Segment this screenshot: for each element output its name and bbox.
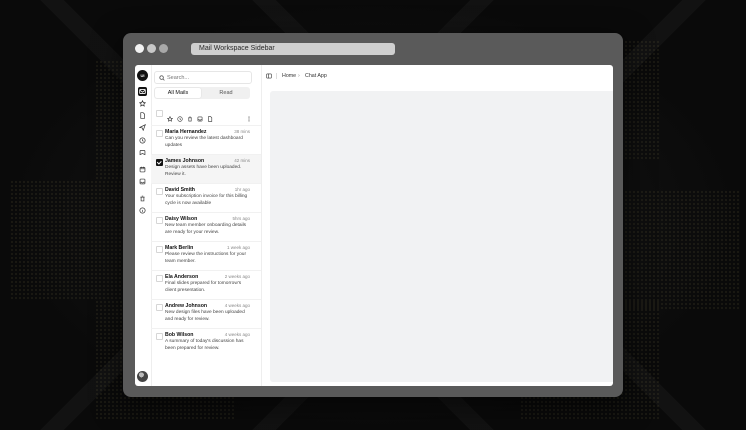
- title-bar: Mail Workspace Sidebar: [123, 33, 623, 63]
- mail-preview: Design assets have been uploaded. Review…: [165, 165, 242, 177]
- select-all-checkbox[interactable]: [156, 110, 163, 117]
- mail-item[interactable]: Daisy Wilson 5hrs ago New team member on…: [151, 212, 261, 242]
- rail-info-icon[interactable]: [138, 206, 147, 215]
- browser-window: Mail Workspace Sidebar UI Search... All …: [123, 33, 623, 397]
- mail-checkbox[interactable]: [156, 130, 163, 137]
- mail-sender: James Johnson: [165, 158, 205, 164]
- mail-preview: Final slides prepared for tomorrow's cli…: [165, 281, 242, 293]
- mail-item[interactable]: Bob Wilson 4 weeks ago A summary of toda…: [151, 328, 261, 358]
- mail-sender: Bob Wilson: [165, 332, 194, 338]
- mail-item[interactable]: Maria Hernandez 38 mins Can you review t…: [151, 125, 261, 155]
- rail-file-icon[interactable]: [138, 111, 147, 120]
- rail-clock-icon[interactable]: [138, 136, 147, 145]
- close-window-button[interactable]: [135, 44, 144, 53]
- rail-star-icon[interactable]: [138, 99, 147, 108]
- icon-rail: UI: [135, 65, 152, 386]
- breadcrumb-current: Chat App: [305, 73, 327, 79]
- mail-filter-tabs: All Mails Read: [154, 87, 250, 99]
- search-icon: [159, 74, 165, 81]
- mail-preview: Your subscription invoice for this billi…: [165, 194, 248, 206]
- breadcrumb-home[interactable]: Home: [282, 73, 296, 79]
- toolbar-file-icon[interactable]: [207, 109, 214, 122]
- mail-time: 4 weeks ago: [224, 332, 250, 337]
- rail-calendar-icon[interactable]: [138, 165, 147, 174]
- app-logo[interactable]: UI: [137, 70, 148, 81]
- mail-sender: Mark Berlin: [165, 245, 194, 251]
- main-content-area: [270, 91, 613, 382]
- mail-preview: Can you review the latest dashboard upda…: [165, 136, 243, 148]
- sidebar-toggle-icon[interactable]: [266, 73, 272, 79]
- mail-checkbox[interactable]: [156, 188, 163, 195]
- toolbar-trash-icon[interactable]: [187, 109, 194, 122]
- address-bar[interactable]: Mail Workspace Sidebar: [191, 43, 395, 55]
- mail-preview: New team member onboarding details are r…: [165, 223, 247, 235]
- user-avatar[interactable]: [137, 371, 148, 382]
- mail-checkbox[interactable]: [156, 333, 163, 340]
- rail-mail-icon[interactable]: [138, 87, 147, 96]
- minimize-window-button[interactable]: [147, 44, 156, 53]
- mail-sender: Ela Anderson: [165, 274, 199, 280]
- mail-item[interactable]: Andrew Johnson 4 weeks ago New design fi…: [151, 299, 261, 329]
- maximize-window-button[interactable]: [159, 44, 168, 53]
- toolbar-star-icon[interactable]: [166, 109, 174, 122]
- mail-checkbox[interactable]: [156, 217, 163, 224]
- mail-time: 42 mins: [234, 158, 250, 163]
- mail-checkbox[interactable]: [156, 159, 163, 166]
- mail-app: UI Search... All Mails Read Maria Hernan…: [135, 65, 613, 386]
- rail-trash-icon[interactable]: [138, 194, 147, 203]
- mail-sender: Maria Hernandez: [165, 129, 207, 135]
- mail-time: 2 weeks ago: [224, 274, 250, 279]
- mail-item[interactable]: Ela Anderson 2 weeks ago Final slides pr…: [151, 270, 261, 300]
- mail-item[interactable]: Mark Berlin 1 week ago Please review the…: [151, 241, 261, 271]
- tab-read[interactable]: Read: [203, 88, 249, 98]
- search-input[interactable]: [167, 74, 247, 81]
- search-box[interactable]: [154, 71, 252, 84]
- mail-time: 5hrs ago: [232, 216, 250, 221]
- mail-sender: Daisy Wilson: [165, 216, 198, 222]
- mail-preview: New design files have been uploaded and …: [165, 310, 245, 322]
- mail-time: 1hr ago: [234, 187, 250, 192]
- mail-item[interactable]: David Smith 1hr ago Your subscription in…: [151, 183, 261, 213]
- toolbar-clock-icon[interactable]: [177, 109, 184, 122]
- mail-item[interactable]: James Johnson 42 mins Design assets have…: [151, 154, 261, 184]
- content-header: Home › Chat App: [261, 65, 613, 87]
- mail-sender: Andrew Johnson: [165, 303, 208, 309]
- mail-time: 38 mins: [234, 129, 250, 134]
- mail-toolbar: [154, 109, 254, 122]
- toolbar-inbox-icon[interactable]: [197, 109, 204, 122]
- mail-time: 4 weeks ago: [224, 303, 250, 308]
- header-divider: [276, 73, 277, 79]
- mail-list-panel: All Mails Read: [151, 65, 262, 386]
- mail-sender: David Smith: [165, 187, 195, 193]
- rail-inbox-icon[interactable]: [138, 177, 147, 186]
- mail-checkbox[interactable]: [156, 275, 163, 282]
- rail-archive-icon[interactable]: [138, 148, 147, 157]
- mail-preview: Please review the instructions for your …: [165, 252, 247, 264]
- tab-all-mails[interactable]: All Mails: [155, 88, 201, 98]
- more-options-icon[interactable]: [246, 109, 253, 122]
- rail-send-icon[interactable]: [138, 123, 147, 132]
- mail-checkbox[interactable]: [156, 246, 163, 253]
- mail-checkbox[interactable]: [156, 304, 163, 311]
- mail-time: 1 week ago: [226, 245, 250, 250]
- breadcrumb-separator: ›: [298, 73, 300, 79]
- mail-preview: A summary of today's discussion has been…: [165, 339, 244, 351]
